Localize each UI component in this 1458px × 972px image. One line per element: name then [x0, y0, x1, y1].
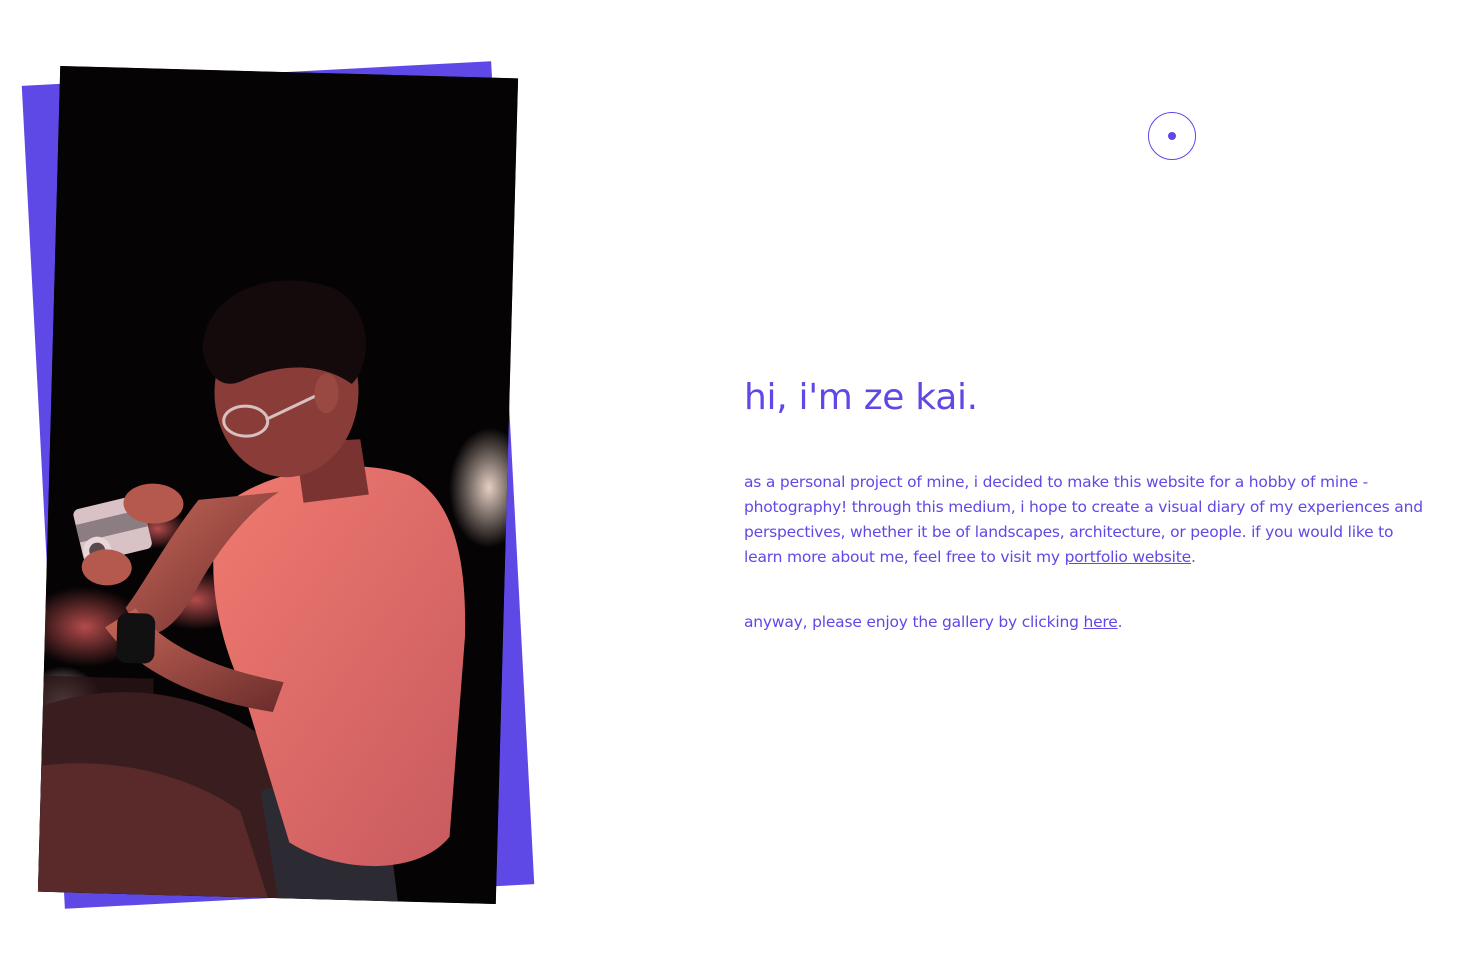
portfolio-website-link[interactable]: portfolio website [1065, 548, 1192, 566]
gallery-link[interactable]: here [1083, 613, 1117, 631]
photo-stack [0, 0, 560, 972]
portrait-photo [37, 65, 519, 905]
enjoy-text: anyway, please enjoy the gallery by clic… [744, 613, 1084, 631]
about-suffix: . [1191, 548, 1196, 566]
landing-page: hi, i'm ze kai. as a personal project of… [0, 0, 1458, 972]
cursor-ring-icon [1148, 112, 1196, 160]
portrait-photo-illustration [37, 65, 519, 905]
enjoy-suffix: . [1117, 613, 1123, 631]
gallery-paragraph: anyway, please enjoy the gallery by clic… [744, 610, 1424, 635]
intro-section: hi, i'm ze kai. as a personal project of… [744, 372, 1424, 635]
about-paragraph: as a personal project of mine, i decided… [744, 470, 1424, 570]
cursor-dot-icon [1168, 132, 1176, 140]
page-title: hi, i'm ze kai. [744, 377, 978, 418]
